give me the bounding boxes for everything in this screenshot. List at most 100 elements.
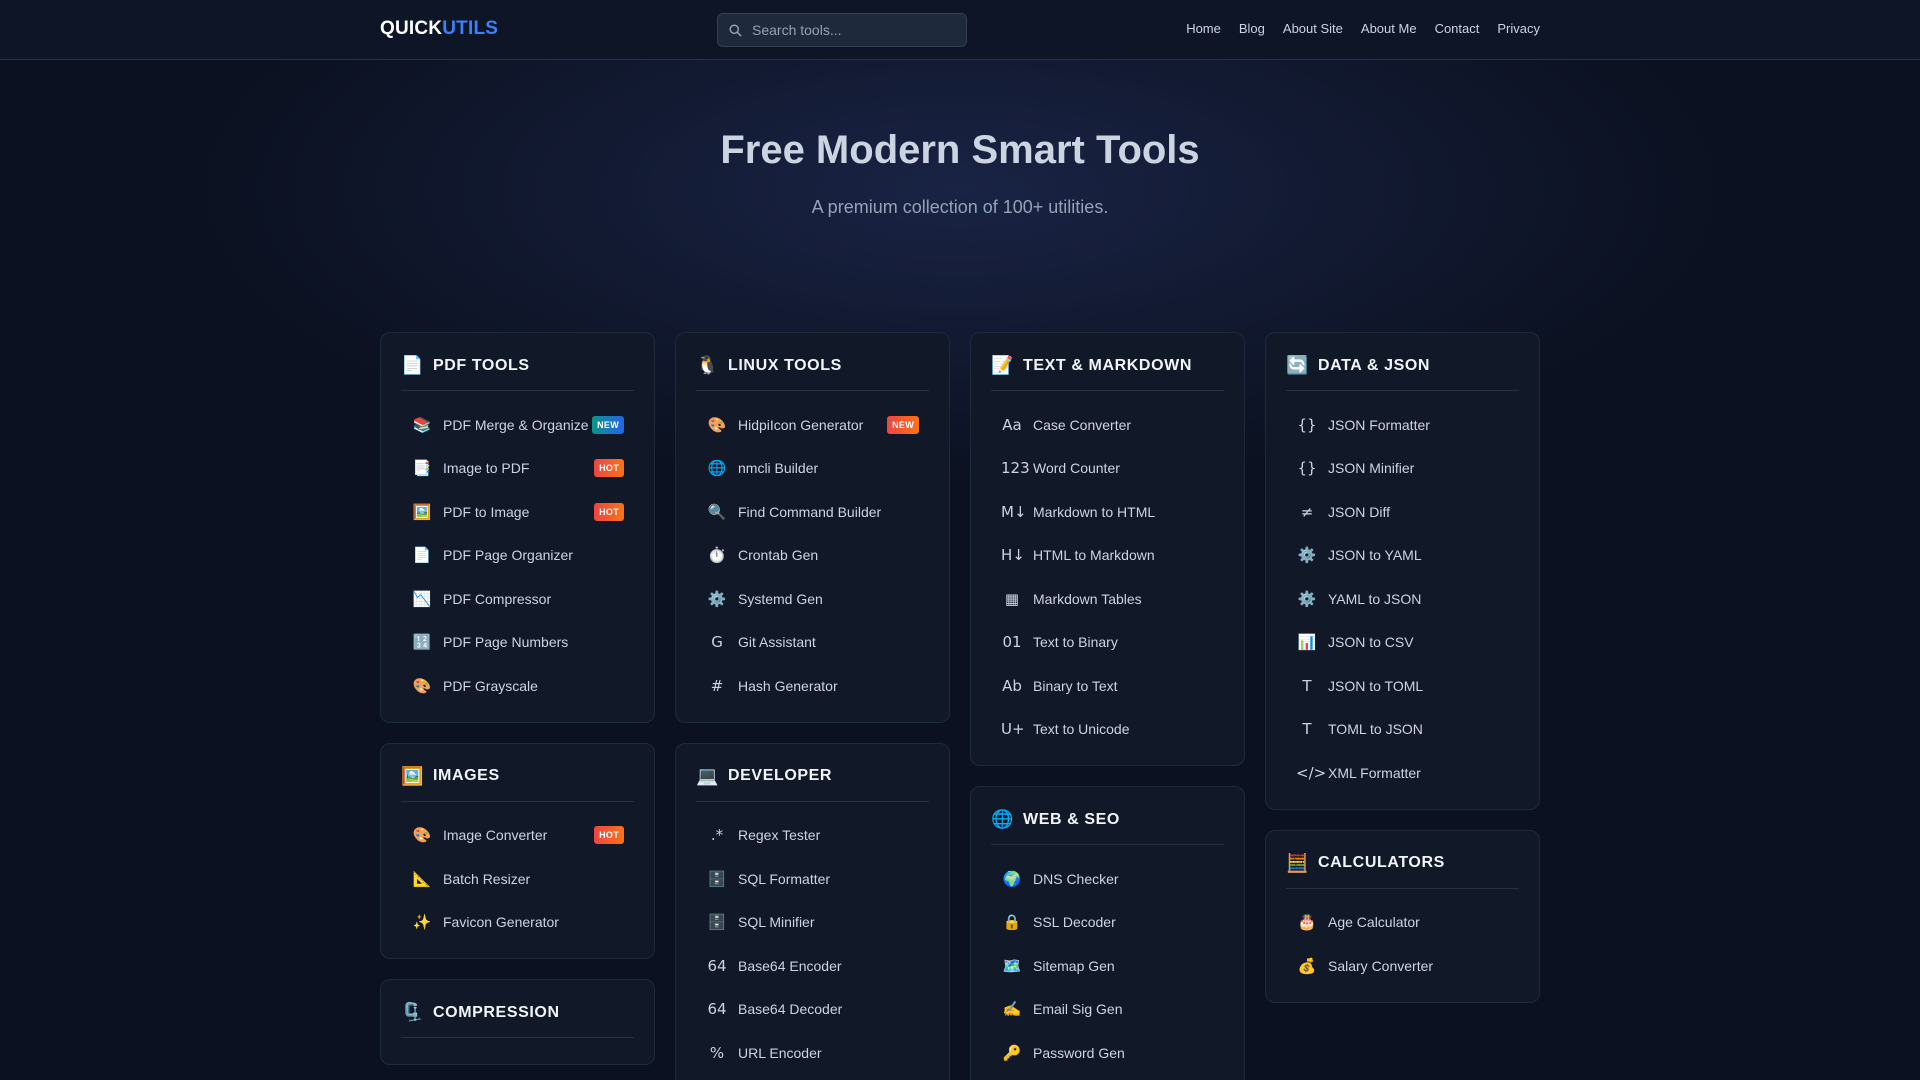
books-icon: 📚 <box>412 415 432 434</box>
tool-link[interactable]: {} JSON Minifier <box>1286 447 1519 491</box>
tool-link[interactable]: U+ Text to Unicode <box>991 708 1224 752</box>
tool-link[interactable]: ▦ Markdown Tables <box>991 577 1224 621</box>
tool-link[interactable]: </> XML Formatter <box>1286 751 1519 795</box>
tool-link[interactable]: % URL Encoder <box>696 1031 929 1075</box>
nav-link-home[interactable]: Home <box>1186 21 1221 36</box>
tool-link[interactable]: 🎨 Image Converter HOT <box>401 814 634 858</box>
file-cabinet-icon: 🗄️ <box>707 869 727 888</box>
nav-link-blog[interactable]: Blog <box>1239 21 1265 36</box>
tool-link[interactable]: ⚙️ Systemd Gen <box>696 577 929 621</box>
tool-link[interactable]: G Git Assistant <box>696 621 929 665</box>
category-card-calculators: 🧮 CALCULATORS 🎂 Age Calculator 💰 Salary Conve… <box>1265 829 1540 1003</box>
tool-link[interactable]: 🎨 HidpiIcon Generator NEW <box>696 403 929 447</box>
new-badge: NEW <box>592 415 624 434</box>
tool-link[interactable]: M↓ Markdown to HTML <box>991 490 1224 534</box>
tool-link[interactable]: 🗄️ SQL Formatter <box>696 857 929 901</box>
tool-link[interactable]: 🔑 Password Gen <box>991 1031 1224 1075</box>
tool-link[interactable]: 🗄️ SQL Minifier <box>696 901 929 945</box>
base64-icon: 64 <box>707 1000 727 1019</box>
not-equal-icon: ≠ <box>1300 502 1314 521</box>
tool-label: Sitemap Gen <box>1033 957 1115 974</box>
category-card-linux-tools: 🐧 LINUX TOOLS 🎨 HidpiIcon Generator NEW 🌐 nmcl… <box>675 332 950 723</box>
tool-link[interactable]: T TOML to JSON <box>1286 708 1519 752</box>
tool-label: Markdown to HTML <box>1033 503 1156 520</box>
tool-link[interactable]: 🎂 Age Calculator <box>1286 901 1519 945</box>
tool-label: TOML to JSON <box>1328 721 1423 738</box>
file-cabinet-icon: 🗄️ <box>707 913 727 932</box>
tool-label: Image Converter <box>443 827 548 844</box>
tool-label: Base64 Decoder <box>738 1001 843 1018</box>
tool-link[interactable]: # Hash Generator <box>696 664 929 708</box>
tool-link[interactable]: ⚙️ JSON to YAML <box>1286 534 1519 578</box>
category-card-text-markdown: 📝 TEXT & MARKDOWN Aa Case Converter 123 Word … <box>970 332 1245 766</box>
tool-link[interactable]: ⏱️ Crontab Gen <box>696 534 929 578</box>
nav-link-about-site[interactable]: About Site <box>1283 21 1343 36</box>
tool-link[interactable]: 📄 PDF Page Organizer <box>401 534 634 578</box>
tool-label: SQL Formatter <box>738 870 831 887</box>
tool-link[interactable]: 🎨 PDF Grayscale <box>401 664 634 708</box>
nav-link-contact[interactable]: Contact <box>1435 21 1480 36</box>
tool-label: PDF Merge & Organize <box>443 416 589 433</box>
tool-link[interactable]: ≠ JSON Diff <box>1286 490 1519 534</box>
bookmark-tabs-icon: 📑 <box>412 459 432 478</box>
nav-link-about-me[interactable]: About Me <box>1361 21 1417 36</box>
site-logo[interactable]: QUICKUTILS <box>380 18 498 40</box>
tool-link[interactable]: 📊 JSON to CSV <box>1286 621 1519 665</box>
tool-label: PDF to Image <box>443 503 530 520</box>
tool-link[interactable]: 01 Text to Binary <box>991 621 1224 665</box>
tool-link[interactable]: ✨ Favicon Generator <box>401 901 634 945</box>
memo-icon: 📝 <box>991 355 1014 375</box>
tool-link[interactable]: 📑 Image to PDF HOT <box>401 447 634 491</box>
page-icon: 📄 <box>412 546 432 565</box>
tool-label: Password Gen <box>1033 1044 1125 1061</box>
tool-link[interactable]: {} JSON Formatter <box>1286 403 1519 447</box>
tool-link[interactable]: 📉 PDF Compressor <box>401 577 634 621</box>
card-title: TEXT & MARKDOWN <box>1023 356 1192 374</box>
search-input[interactable] <box>752 14 962 46</box>
tool-link[interactable]: 🗺️ Sitemap Gen <box>991 944 1224 988</box>
palette-icon: 🎨 <box>707 415 727 434</box>
tool-label: JSON Minifier <box>1328 460 1415 477</box>
card-title: CALCULATORS <box>1318 854 1445 871</box>
tool-link[interactable]: 64 Base64 Decoder <box>696 988 929 1032</box>
card-header: 📄 PDF TOOLS <box>401 355 634 391</box>
card-title: WEB & SEO <box>1023 810 1120 828</box>
globe-icon: 🌐 <box>707 459 727 478</box>
tool-label: PDF Compressor <box>443 590 552 607</box>
tool-label: Email Sig Gen <box>1033 1001 1123 1018</box>
sparkles-icon: ✨ <box>412 913 432 932</box>
tool-link[interactable]: 🌍 DNS Checker <box>991 857 1224 901</box>
card-title: LINUX TOOLS <box>728 356 842 374</box>
nav-link-privacy[interactable]: Privacy <box>1497 21 1540 36</box>
tool-link[interactable]: 123 Word Counter <box>991 447 1224 491</box>
tool-link[interactable]: .* Regex Tester <box>696 814 929 858</box>
tool-label: PDF Page Organizer <box>443 547 573 564</box>
tool-link[interactable]: 🔍 Find Command Builder <box>696 490 929 534</box>
tool-link[interactable]: 🔢 PDF Page Numbers <box>401 621 634 665</box>
category-card-data-json: 🔄 DATA & JSON {} JSON Formatter {} JSON Minif… <box>1265 332 1540 810</box>
tool-label: Favicon Generator <box>443 914 559 931</box>
abacus-icon: 🧮 <box>1286 852 1309 873</box>
refresh-icon: 🔄 <box>1286 355 1309 375</box>
tool-link[interactable]: 📚 PDF Merge & Organize NEW <box>401 403 634 447</box>
document-icon: 📄 <box>401 355 424 375</box>
tool-link[interactable]: Ab Binary to Text <box>991 664 1224 708</box>
tool-link[interactable]: 64 Base64 Encoder <box>696 944 929 988</box>
tool-label: JSON to YAML <box>1328 547 1422 564</box>
tool-link[interactable]: H↓ HTML to Markdown <box>991 534 1224 578</box>
tool-label: Crontab Gen <box>738 547 819 564</box>
tool-link[interactable]: T JSON to TOML <box>1286 664 1519 708</box>
tool-link[interactable]: 💰 Salary Converter <box>1286 944 1519 988</box>
tool-link[interactable]: 📐 Batch Resizer <box>401 857 634 901</box>
count-icon: 123 <box>1001 459 1030 478</box>
tool-label: Salary Converter <box>1328 957 1434 974</box>
tool-link[interactable]: ✍️ Email Sig Gen <box>991 988 1224 1032</box>
tool-link[interactable]: 🌐 nmcli Builder <box>696 447 929 491</box>
triangular-ruler-icon: 📐 <box>412 869 432 888</box>
hero-title: Free Modern Smart Tools <box>720 128 1200 172</box>
tool-link[interactable]: 🔒 SSL Decoder <box>991 901 1224 945</box>
tool-link[interactable]: ⚙️ YAML to JSON <box>1286 577 1519 621</box>
tool-link[interactable]: 🖼️ PDF to Image HOT <box>401 490 634 534</box>
tool-link[interactable]: Aa Case Converter <box>991 403 1224 447</box>
tool-column-4: 🔄 DATA & JSON {} JSON Formatter {} JSON Minif… <box>1265 332 1540 1023</box>
